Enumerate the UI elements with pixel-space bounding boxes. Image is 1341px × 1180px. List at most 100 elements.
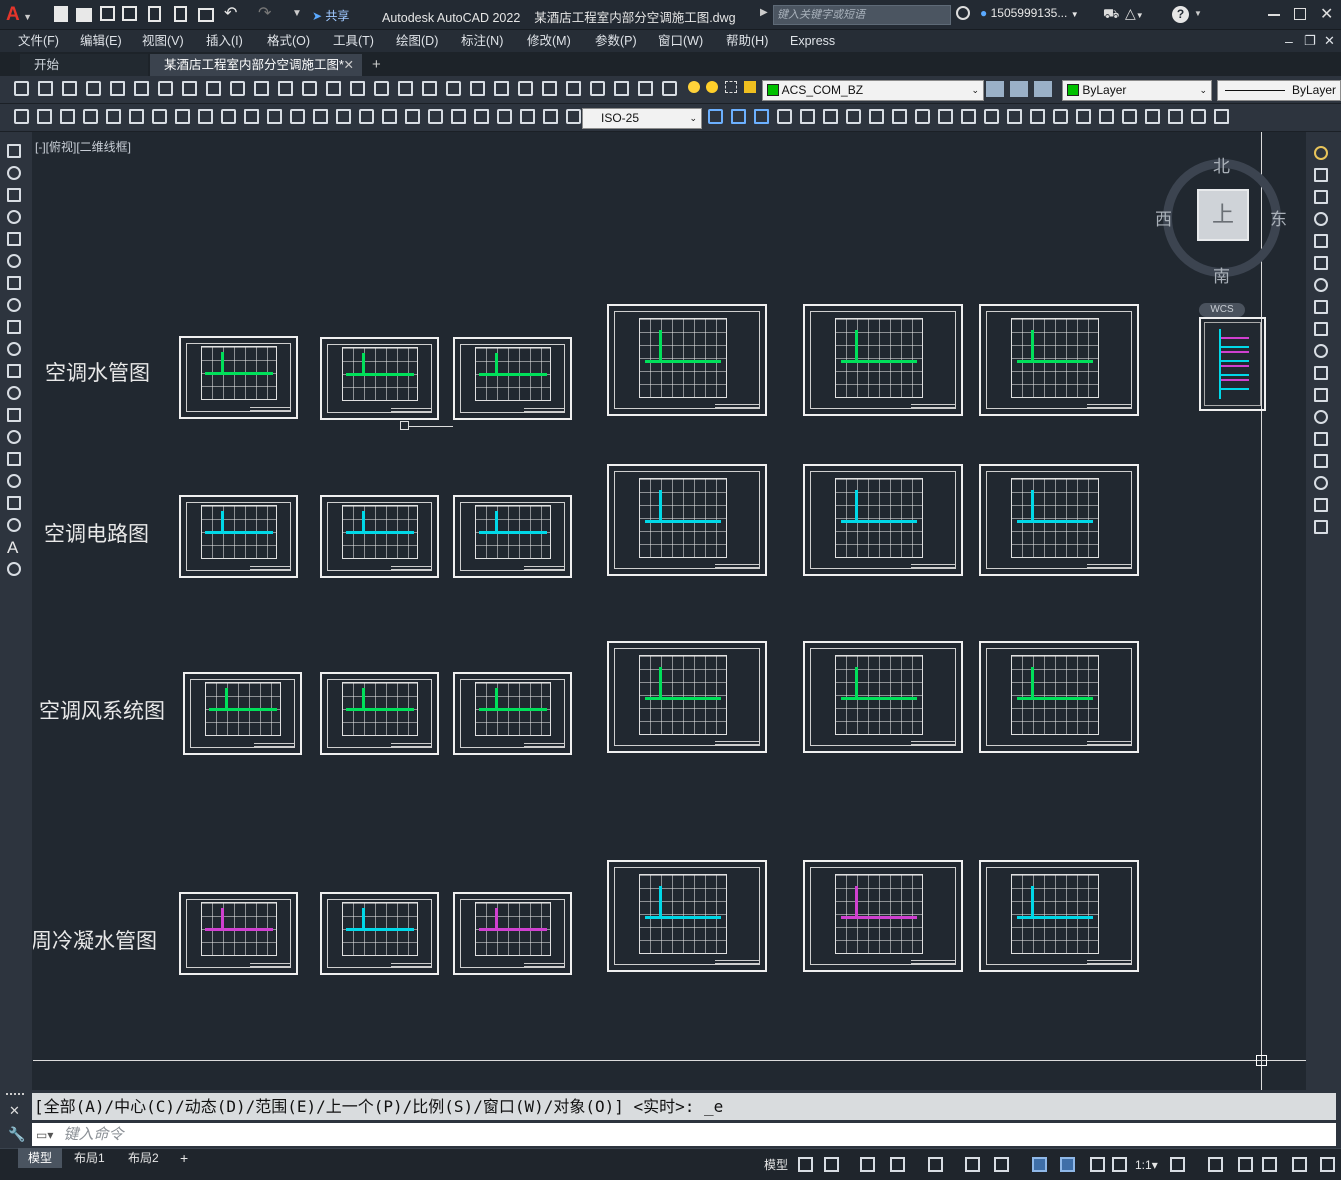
grid-icon[interactable]: [798, 1157, 813, 1172]
drawing-sheet[interactable]: [453, 892, 572, 975]
circle-icon[interactable]: [7, 276, 21, 290]
zoom-icon[interactable]: [374, 81, 389, 96]
lock-ui-icon[interactable]: [1320, 1157, 1335, 1172]
region-icon[interactable]: [7, 496, 21, 510]
ellipse-icon[interactable]: [7, 342, 21, 356]
linetype-dropdown[interactable]: ByLayer: [1217, 80, 1341, 101]
menu-window[interactable]: 窗口(W): [658, 30, 703, 52]
search-expand-icon[interactable]: ▶: [760, 7, 768, 18]
menu-edit[interactable]: 编辑(E): [80, 30, 122, 52]
drawing-canvas[interactable]: [-][俯视][二维线框] 空调水管图 空调电路图 空调风系统图 周冷凝水管图 …: [33, 132, 1306, 1090]
redo-icon[interactable]: [326, 81, 341, 96]
viewport-controls-label[interactable]: [-][俯视][二维线框]: [35, 138, 131, 155]
print-icon[interactable]: [86, 81, 101, 96]
sheet-set-icon[interactable]: [518, 81, 533, 96]
gradient-icon[interactable]: [7, 474, 21, 488]
solid-subtract-icon[interactable]: [754, 109, 769, 124]
trim-icon[interactable]: [1314, 344, 1328, 358]
dim-aligned-icon[interactable]: [497, 109, 512, 124]
dim-arc-icon[interactable]: [520, 109, 535, 124]
help-icon[interactable]: ?: [1172, 6, 1189, 23]
menu-insert[interactable]: 插入(I): [206, 30, 243, 52]
tolerance-icon[interactable]: [313, 109, 328, 124]
array-icon[interactable]: [1314, 234, 1328, 248]
menu-dimension[interactable]: 标注(N): [461, 30, 503, 52]
model-space-button[interactable]: 模型: [764, 1155, 788, 1175]
units-icon[interactable]: [1262, 1157, 1277, 1172]
compass-west[interactable]: 西: [1155, 205, 1172, 230]
solid-box-icon[interactable]: [708, 109, 723, 124]
menu-format[interactable]: 格式(O): [267, 30, 310, 52]
open-file-icon[interactable]: [76, 8, 92, 22]
ucs-z-icon[interactable]: [938, 109, 953, 124]
command-prompt-icon[interactable]: ▭▾: [36, 1128, 53, 1142]
solid-union-icon[interactable]: [731, 109, 746, 124]
menu-help[interactable]: 帮助(H): [726, 30, 768, 52]
drawing-sheet[interactable]: [320, 337, 439, 420]
annotation-visibility-icon[interactable]: [1112, 1157, 1127, 1172]
doc-restore-icon[interactable]: ❐: [1304, 30, 1316, 52]
join-icon[interactable]: [1314, 432, 1328, 446]
workspace-icon[interactable]: [1208, 1157, 1223, 1172]
arc-icon[interactable]: [7, 254, 21, 268]
dim-linear-icon[interactable]: [14, 109, 29, 124]
drawing-sheet[interactable]: [607, 860, 767, 972]
solid-box-icon[interactable]: [1214, 109, 1229, 124]
print-icon[interactable]: [198, 8, 214, 22]
dim-text-edit-icon[interactable]: [428, 109, 443, 124]
dim-space-icon[interactable]: [267, 109, 282, 124]
dim-update-icon[interactable]: [451, 109, 466, 124]
ucs-world-icon[interactable]: [800, 109, 815, 124]
close-icon[interactable]: ✕: [1320, 4, 1333, 24]
dim-aligned-icon[interactable]: [37, 109, 52, 124]
snap-icon[interactable]: [824, 1157, 839, 1172]
ucs-y-icon[interactable]: [1007, 109, 1022, 124]
menu-view[interactable]: 视图(V): [142, 30, 184, 52]
command-grip-icon[interactable]: [6, 1093, 24, 1099]
drawing-sheet[interactable]: [453, 672, 572, 755]
offset-icon[interactable]: [1314, 212, 1328, 226]
customize-icon[interactable]: ▼: [292, 6, 310, 24]
material-icon[interactable]: [1122, 109, 1137, 124]
rotate-icon[interactable]: [1314, 278, 1328, 292]
light-icon[interactable]: [1168, 109, 1183, 124]
osnap-icon[interactable]: [994, 1157, 1009, 1172]
fillet-icon[interactable]: [1314, 476, 1328, 490]
plot-icon[interactable]: [158, 81, 173, 96]
mirror-icon[interactable]: [1314, 190, 1328, 204]
search-icon[interactable]: [956, 6, 970, 20]
drawing-sheet[interactable]: [179, 495, 298, 578]
tab-layout2[interactable]: 布局2: [128, 1148, 159, 1168]
orbit-icon[interactable]: [1076, 109, 1091, 124]
ucs-x-icon[interactable]: [984, 109, 999, 124]
drawing-sheet[interactable]: [803, 464, 963, 576]
sun-icon[interactable]: [706, 81, 718, 93]
add-selected-icon[interactable]: [7, 562, 21, 576]
viewcube[interactable]: 上 北 南 西 东: [1155, 157, 1287, 286]
text-icon[interactable]: A: [7, 539, 21, 556]
customize-command-icon[interactable]: 🔧: [8, 1126, 25, 1143]
ucs-3point-icon[interactable]: [961, 109, 976, 124]
menu-modify[interactable]: 修改(M): [527, 30, 571, 52]
polar-icon[interactable]: [890, 1157, 905, 1172]
share-button[interactable]: ➤ 共享: [312, 7, 349, 23]
otrack-icon[interactable]: [965, 1157, 980, 1172]
tab-start[interactable]: 开始: [20, 54, 148, 76]
ucs-face-icon[interactable]: [846, 109, 861, 124]
polyline-icon[interactable]: [7, 188, 21, 202]
color-dropdown[interactable]: ByLayer ⌄: [1062, 80, 1212, 101]
break-icon[interactable]: [1314, 410, 1328, 424]
dimstyle-dropdown[interactable]: ISO-25 ⌄: [582, 108, 702, 129]
drawing-sheet[interactable]: [320, 892, 439, 975]
add-layout-button[interactable]: +: [180, 1148, 188, 1168]
lightbulb-icon[interactable]: [688, 81, 700, 93]
walk-icon[interactable]: [1191, 109, 1206, 124]
layer-icon[interactable]: [614, 81, 629, 96]
viewcube-face-top[interactable]: 上: [1197, 189, 1249, 241]
spline-icon[interactable]: [7, 320, 21, 334]
ucs-prev-icon[interactable]: [823, 109, 838, 124]
quick-properties-icon[interactable]: [1292, 1157, 1307, 1172]
isodraft-icon[interactable]: [928, 1157, 943, 1172]
lineweight-icon[interactable]: [1032, 1157, 1047, 1172]
dim-linear-icon[interactable]: [474, 109, 489, 124]
